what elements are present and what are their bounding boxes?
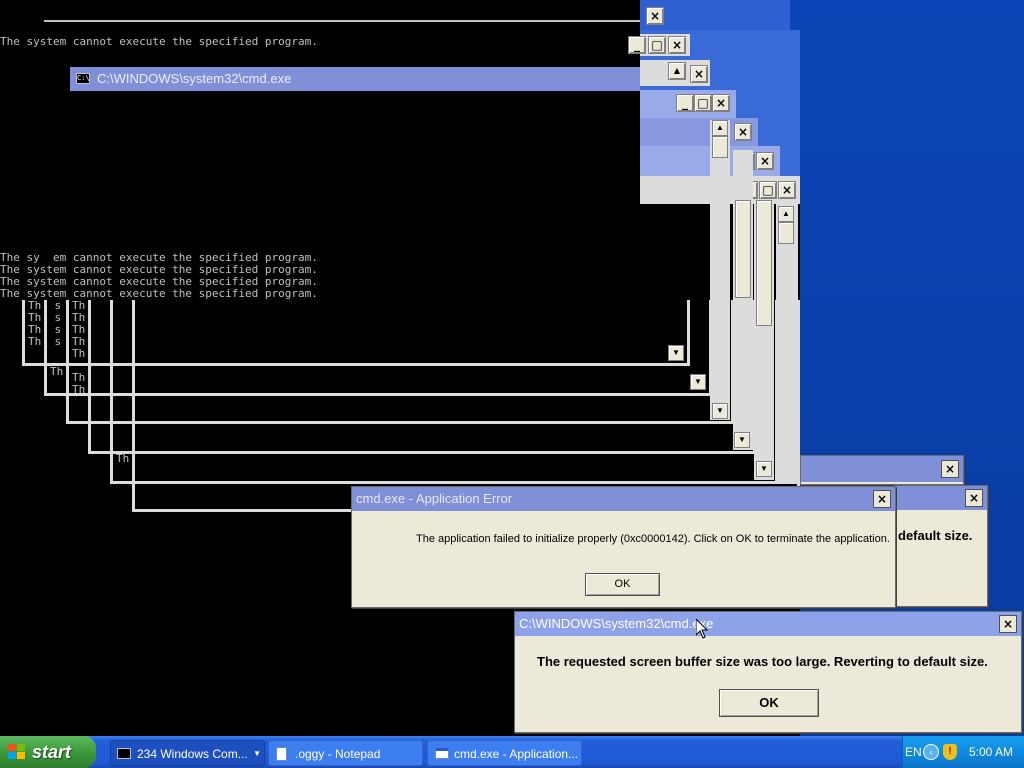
- close-icon[interactable]: ×: [712, 94, 730, 112]
- console-fragment: Th: [72, 383, 86, 396]
- close-icon[interactable]: ×: [965, 489, 983, 507]
- app-error-ok-button[interactable]: OK: [585, 573, 660, 596]
- scrollbar-thumb[interactable]: [778, 222, 794, 244]
- console-fragment: Th: [116, 452, 130, 465]
- minimize-icon[interactable]: _: [628, 36, 646, 54]
- scroll-down-icon[interactable]: ▼: [734, 432, 750, 448]
- behind-window-1: ×: [800, 455, 964, 485]
- taskbar-button-label: cmd.exe - Application...: [454, 747, 579, 761]
- console-top-line: The system cannot execute the specified …: [0, 35, 318, 48]
- close-icon[interactable]: ×: [778, 181, 796, 199]
- taskbar-button-cmd-group[interactable]: 234 Windows Com... ▼: [110, 740, 265, 766]
- system-tray: EN ‹ ! 5:00 AM: [902, 736, 1024, 768]
- scrollbar-thumb[interactable]: [712, 136, 728, 158]
- close-icon[interactable]: ×: [646, 7, 664, 25]
- maximize-icon[interactable]: □: [694, 94, 712, 112]
- shield-icon[interactable]: !: [943, 744, 957, 760]
- console-fragment: Th s: [28, 335, 62, 348]
- taskbar-button-app-error[interactable]: cmd.exe - Application...: [427, 740, 582, 766]
- scroll-up-icon[interactable]: ▲: [668, 62, 686, 80]
- behind-window-titlebar: [801, 456, 963, 482]
- buffer-dialog-titlebar[interactable]: C:\WINDOWS\system32\cmd.exe: [515, 612, 1021, 636]
- mouse-cursor-icon: [696, 619, 708, 639]
- behind-dialog: × default size.: [894, 485, 988, 607]
- taskbar-button-label: 234 Windows Com...: [137, 747, 248, 761]
- app-error-dialog: cmd.exe - Application Error × The applic…: [351, 486, 896, 608]
- clock[interactable]: 5:00 AM: [969, 745, 1013, 759]
- minimize-icon[interactable]: _: [676, 94, 694, 112]
- close-icon[interactable]: ×: [734, 123, 752, 141]
- windows-logo-icon: [8, 744, 25, 759]
- buffer-dialog-message: The requested screen buffer size was too…: [537, 654, 988, 669]
- app-error-titlebar[interactable]: cmd.exe - Application Error: [352, 487, 895, 511]
- close-icon[interactable]: ×: [873, 490, 891, 508]
- scroll-down-icon[interactable]: ▼: [690, 374, 706, 390]
- console-fragment: Th: [50, 365, 64, 378]
- buffer-dialog: C:\WINDOWS\system32\cmd.exe × The reques…: [514, 611, 1022, 733]
- scroll-down-icon[interactable]: ▼: [668, 345, 684, 361]
- app-error-title: cmd.exe - Application Error: [356, 491, 513, 506]
- scroll-up-icon[interactable]: ▲: [712, 120, 728, 136]
- close-icon[interactable]: ×: [999, 615, 1017, 633]
- scroll-up-icon[interactable]: ▲: [778, 206, 794, 222]
- taskbar-button-notepad[interactable]: .oggy - Notepad: [268, 740, 423, 766]
- scrollbar-thumb[interactable]: [735, 200, 751, 298]
- close-icon[interactable]: ×: [668, 36, 686, 54]
- close-icon[interactable]: ×: [941, 460, 959, 478]
- close-icon[interactable]: ×: [690, 65, 708, 83]
- cmd-icon: C:\: [76, 73, 90, 84]
- buffer-dialog-title: C:\WINDOWS\system32\cmd.exe: [519, 616, 714, 631]
- taskbar-button-label: .oggy - Notepad: [295, 747, 381, 761]
- scroll-down-icon[interactable]: ▼: [756, 461, 772, 477]
- chevron-left-icon[interactable]: ‹: [923, 744, 939, 760]
- maximize-icon[interactable]: □: [648, 36, 666, 54]
- cmd-window-title: C:\WINDOWS\system32\cmd.exe: [97, 71, 292, 86]
- app-error-message: The application failed to initialize pro…: [416, 533, 890, 545]
- behind-dialog-message: default size.: [898, 528, 973, 543]
- notepad-icon: [276, 747, 287, 761]
- close-icon[interactable]: ×: [756, 152, 774, 170]
- cmd-window-titlebar[interactable]: C:\ C:\WINDOWS\system32\cmd.exe: [70, 67, 640, 91]
- cascade-frame: [132, 300, 800, 512]
- buffer-dialog-ok-button[interactable]: OK: [719, 689, 819, 717]
- language-indicator[interactable]: EN: [905, 745, 922, 759]
- chevron-down-icon: ▼: [253, 749, 261, 758]
- console-rule: [44, 20, 640, 22]
- console-fragment: Th: [72, 347, 86, 360]
- cmd-icon: [117, 748, 131, 759]
- scroll-down-icon[interactable]: ▼: [712, 403, 728, 419]
- maximize-icon[interactable]: □: [759, 181, 777, 199]
- window-icon: [435, 748, 449, 759]
